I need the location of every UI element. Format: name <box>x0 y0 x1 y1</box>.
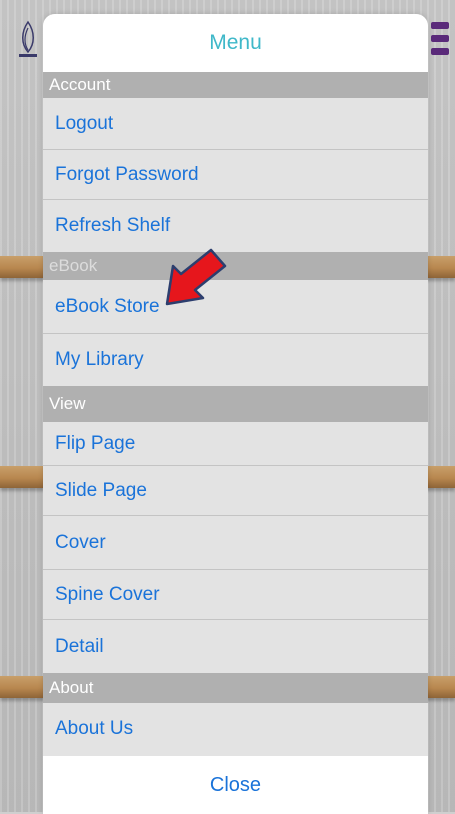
section-header-ebook: eBook <box>43 252 428 280</box>
section-header-view: View <box>43 386 428 422</box>
refresh-shelf-menu-item[interactable]: Refresh Shelf <box>43 200 428 252</box>
menu-dialog: Menu Account Logout Forgot Password Refr… <box>43 14 428 814</box>
hamburger-menu-icon[interactable] <box>431 22 449 61</box>
logout-menu-item[interactable]: Logout <box>43 98 428 150</box>
slide-page-menu-item[interactable]: Slide Page <box>43 466 428 516</box>
section-header-account: Account <box>43 72 428 98</box>
detail-menu-item[interactable]: Detail <box>43 620 428 673</box>
section-header-about: About <box>43 673 428 703</box>
ebook-store-menu-item[interactable]: eBook Store <box>43 280 428 334</box>
spine-cover-menu-item[interactable]: Spine Cover <box>43 570 428 620</box>
close-button[interactable]: Close <box>43 756 428 814</box>
menu-title: Menu <box>43 14 428 72</box>
app-logo-icon[interactable] <box>17 20 39 60</box>
forgot-password-menu-item[interactable]: Forgot Password <box>43 150 428 200</box>
about-us-menu-item[interactable]: About Us <box>43 703 428 755</box>
cover-menu-item[interactable]: Cover <box>43 516 428 570</box>
annotation-arrow-icon <box>165 248 227 306</box>
my-library-menu-item[interactable]: My Library <box>43 334 428 386</box>
flip-page-menu-item[interactable]: Flip Page <box>43 422 428 466</box>
